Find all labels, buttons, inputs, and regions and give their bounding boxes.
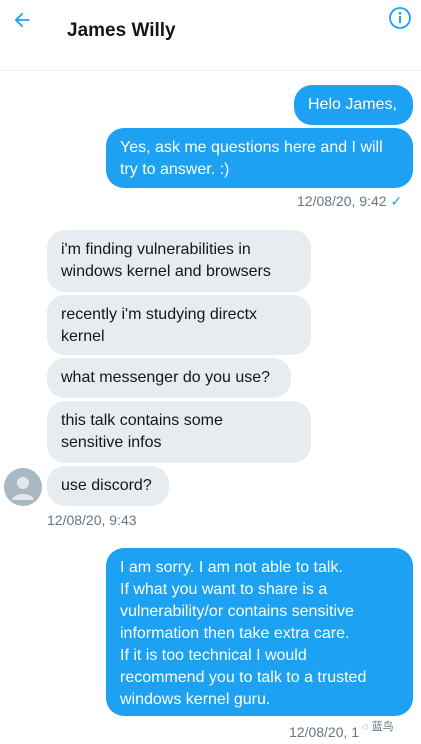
watermark-bubble-icon: ◌ <box>362 721 369 733</box>
message-text: use discord? <box>61 477 152 494</box>
message-bubble-incoming[interactable]: use discord? <box>47 466 169 506</box>
message-text-line: information then take extra care. <box>120 625 350 642</box>
message-text-line: this talk contains some <box>61 412 223 429</box>
message-timestamp: 12/08/20, 1 <box>289 724 360 740</box>
info-button[interactable] <box>388 6 412 30</box>
message-bubble-incoming[interactable]: recently i'm studying directx kernel <box>47 295 311 355</box>
message-bubble-outgoing[interactable]: Yes, ask me questions here and I will tr… <box>106 128 413 188</box>
message-text-line: If what you want to share is a <box>120 581 328 598</box>
message-text: what messenger do you use? <box>61 369 271 386</box>
message-text-line: vulnerability/or contains sensitive <box>120 603 354 620</box>
conversation-header: James Willy <box>0 0 421 71</box>
contact-avatar[interactable] <box>4 468 42 506</box>
message-timestamp: 12/08/20, 9:42 ✓ <box>297 193 403 209</box>
sent-check-icon: ✓ <box>390 193 403 209</box>
message-bubble-incoming[interactable]: i'm finding vulnerabilities in windows k… <box>47 230 311 292</box>
watermark: ◌ 蓝鸟 <box>362 718 394 734</box>
message-text-line: i'm finding vulnerabilities in <box>61 241 251 258</box>
message-text-line: sensitive infos <box>61 434 162 451</box>
message-text-line: I am sorry. I am not able to talk. <box>120 559 343 576</box>
watermark-text: 蓝鸟 <box>371 721 394 733</box>
message-bubble-outgoing[interactable]: I am sorry. I am not able to talk. If wh… <box>106 548 413 716</box>
message-text-line: kernel <box>61 328 105 345</box>
message-text: Helo James, <box>308 96 397 113</box>
default-user-icon <box>4 468 42 506</box>
info-icon <box>389 7 411 29</box>
back-arrow-icon <box>14 12 30 28</box>
message-text-line: Yes, ask me questions here and I will <box>120 139 383 156</box>
message-text-line: windows kernel and browsers <box>61 263 271 280</box>
message-text-line: recently i'm studying directx <box>61 306 258 323</box>
message-timestamp: 12/08/20, 9:43 <box>47 512 137 528</box>
back-button[interactable] <box>8 6 36 34</box>
message-bubble-incoming[interactable]: this talk contains some sensitive infos <box>47 401 311 463</box>
conversation-title: James Willy <box>67 20 176 41</box>
message-text-line: windows kernel guru. <box>120 691 271 708</box>
message-text-line: If it is too technical I would <box>120 647 307 664</box>
message-text-line: try to answer. :) <box>120 161 230 178</box>
message-bubble-incoming[interactable]: what messenger do you use? <box>47 358 291 398</box>
message-text-line: recommend you to talk to a trusted <box>120 669 367 686</box>
message-bubble-outgoing[interactable]: Helo James, <box>294 85 413 125</box>
